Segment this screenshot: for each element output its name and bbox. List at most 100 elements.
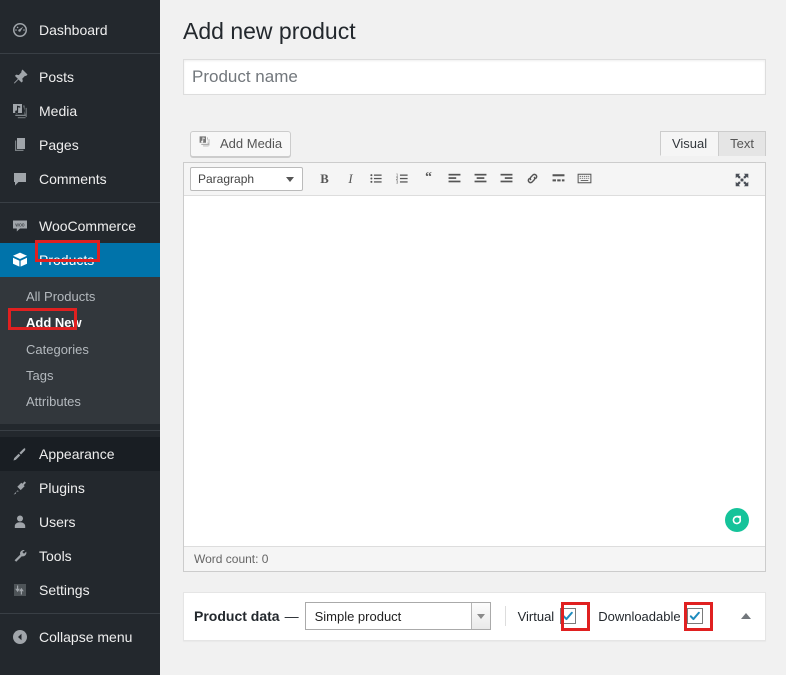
svg-text:“: “ bbox=[425, 170, 432, 184]
svg-text:I: I bbox=[347, 172, 353, 186]
add-media-button[interactable]: Add Media bbox=[190, 130, 292, 157]
product-data-title: Product data bbox=[194, 608, 280, 625]
sidebar-item-label: Media bbox=[39, 103, 78, 119]
tab-visual[interactable]: Visual bbox=[659, 130, 720, 156]
paragraph-format-select[interactable]: Paragraph bbox=[190, 166, 303, 191]
media-icon bbox=[10, 101, 30, 121]
checkmark-icon bbox=[562, 612, 574, 621]
sidebar-item-products[interactable]: Products bbox=[0, 243, 168, 277]
downloadable-checkbox[interactable] bbox=[686, 608, 703, 625]
submenu-item-tags[interactable]: Tags bbox=[0, 363, 160, 389]
editor-container: Paragraph B I 123 “ Word count: 0 bbox=[183, 161, 766, 572]
insert-link-icon[interactable] bbox=[519, 166, 545, 192]
header-divider bbox=[504, 606, 506, 627]
submenu-item-attributes[interactable]: Attributes bbox=[0, 389, 160, 415]
appearance-brush-icon bbox=[10, 444, 30, 464]
align-center-icon[interactable] bbox=[467, 166, 493, 192]
sidebar-item-settings[interactable]: Settings bbox=[0, 573, 160, 607]
sidebar-divider bbox=[0, 613, 160, 615]
woocommerce-icon: woo bbox=[10, 216, 30, 236]
editor-content-area[interactable] bbox=[184, 195, 765, 546]
editor-tools: Add Media Visual Text bbox=[183, 130, 766, 162]
sidebar-item-dashboard[interactable]: Dashboard bbox=[0, 13, 160, 47]
sidebar-item-label: Collapse menu bbox=[39, 629, 133, 646]
sidebar-item-pages[interactable]: Pages bbox=[0, 128, 160, 162]
dashboard-icon bbox=[10, 20, 30, 40]
sidebar-item-media[interactable]: Media bbox=[0, 94, 160, 128]
bold-icon[interactable]: B bbox=[311, 166, 337, 192]
sidebar-item-users[interactable]: Users bbox=[0, 505, 160, 539]
svg-text:woo: woo bbox=[15, 222, 24, 228]
product-name-input[interactable] bbox=[183, 58, 766, 95]
sidebar-item-appearance[interactable]: Appearance bbox=[0, 437, 160, 472]
downloadable-label: Downloadable bbox=[598, 608, 681, 624]
chevron-down-icon bbox=[286, 176, 294, 182]
sidebar-item-plugins[interactable]: Plugins bbox=[0, 471, 160, 505]
format-select-value: Paragraph bbox=[198, 171, 255, 186]
submenu-item-categories[interactable]: Categories bbox=[0, 337, 160, 363]
sidebar-item-collapse-menu[interactable]: Collapse menu bbox=[0, 620, 160, 654]
product-type-value: Simple product bbox=[314, 608, 402, 624]
word-count: Word count: 0 bbox=[184, 545, 765, 571]
sidebar-item-label: WooCommerce bbox=[39, 218, 136, 234]
sidebar-divider bbox=[0, 202, 160, 203]
users-icon bbox=[10, 512, 30, 532]
add-media-label: Add Media bbox=[220, 136, 283, 152]
product-type-select[interactable]: Simple product bbox=[304, 602, 491, 631]
main-content: Add new product Add Media Visual Text Pa… bbox=[160, 0, 786, 675]
align-left-icon[interactable] bbox=[441, 166, 467, 192]
admin-sidebar: Dashboard Posts Media Pages Comments woo bbox=[0, 0, 168, 675]
sidebar-item-label: Products bbox=[39, 252, 95, 268]
svg-text:B: B bbox=[320, 172, 329, 186]
collapse-panel-icon[interactable] bbox=[741, 613, 751, 620]
align-right-icon[interactable] bbox=[493, 166, 519, 192]
sidebar-item-label: Pages bbox=[39, 137, 79, 153]
add-media-icon bbox=[198, 134, 214, 153]
tab-text[interactable]: Text bbox=[718, 130, 766, 156]
virtual-checkbox-group: Virtual bbox=[517, 602, 590, 632]
sidebar-top-spacer bbox=[0, 0, 160, 13]
chevron-down-icon bbox=[470, 603, 490, 630]
grammarly-icon[interactable] bbox=[725, 507, 749, 532]
page-title: Add new product bbox=[183, 18, 356, 44]
content-editor: Add Media Visual Text Paragraph B I 1 2 … bbox=[183, 130, 766, 572]
virtual-checkbox[interactable] bbox=[560, 608, 577, 625]
sidebar-item-label: Dashboard bbox=[39, 22, 108, 38]
sidebar-item-comments[interactable]: Comments bbox=[0, 162, 160, 196]
editor-toolbar: Paragraph B I 123 “ bbox=[184, 162, 765, 196]
sidebar-divider bbox=[0, 430, 160, 432]
distraction-free-icon[interactable] bbox=[729, 167, 755, 193]
virtual-label: Virtual bbox=[517, 608, 555, 624]
title-field-wrap bbox=[183, 58, 766, 95]
bulleted-list-icon[interactable] bbox=[363, 166, 389, 192]
numbered-list-icon[interactable]: 123 bbox=[389, 166, 415, 192]
sidebar-item-label: Comments bbox=[39, 171, 107, 187]
italic-icon[interactable]: I bbox=[337, 166, 363, 192]
downloadable-checkbox-group: Downloadable bbox=[598, 602, 714, 632]
sidebar-item-label: Settings bbox=[39, 582, 90, 599]
submenu-item-all-products[interactable]: All Products bbox=[0, 284, 160, 310]
checkmark-icon bbox=[689, 612, 700, 621]
sidebar-item-posts[interactable]: Posts bbox=[0, 60, 160, 94]
comments-icon bbox=[10, 169, 30, 189]
sidebar-item-tools[interactable]: Tools bbox=[0, 539, 160, 573]
sidebar-item-label: Tools bbox=[39, 548, 72, 565]
toolbar-toggle-icon[interactable] bbox=[571, 166, 597, 192]
product-data-header: Product data — Simple product Virtual Do… bbox=[184, 593, 765, 640]
sidebar-item-label: Appearance bbox=[39, 446, 115, 463]
sidebar-divider bbox=[0, 53, 160, 54]
product-data-dash: — bbox=[284, 608, 299, 625]
products-box-icon bbox=[10, 250, 30, 270]
submenu-item-add-new[interactable]: Add New bbox=[0, 310, 160, 336]
collapse-arrow-icon bbox=[10, 627, 30, 647]
sidebar-item-label: Users bbox=[39, 514, 76, 531]
settings-sliders-icon bbox=[10, 580, 30, 600]
product-data-panel: Product data — Simple product Virtual Do… bbox=[183, 591, 766, 641]
pages-icon bbox=[10, 135, 30, 155]
pin-icon bbox=[10, 67, 30, 87]
read-more-icon[interactable] bbox=[545, 166, 571, 192]
sidebar-item-label: Plugins bbox=[39, 480, 85, 497]
sidebar-item-woocommerce[interactable]: woo WooCommerce bbox=[0, 209, 160, 243]
blockquote-icon[interactable]: “ bbox=[415, 166, 441, 192]
sidebar-item-label: Posts bbox=[39, 69, 75, 85]
